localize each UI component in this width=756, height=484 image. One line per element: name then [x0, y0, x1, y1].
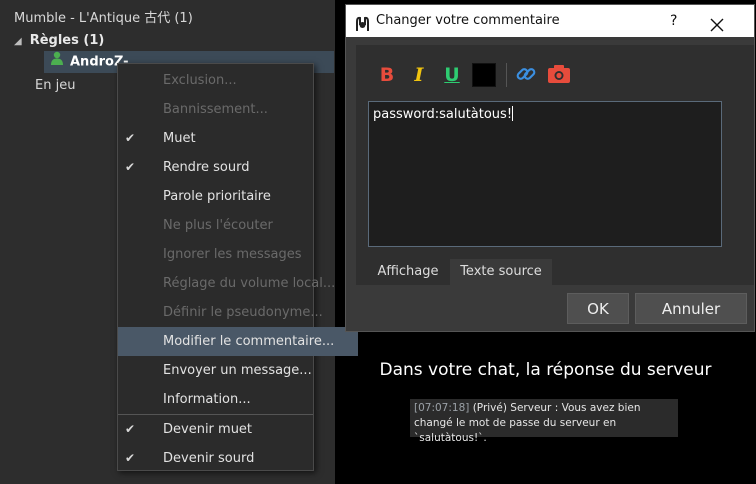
menu-item-label: Exclusion...	[163, 73, 237, 88]
mumble-app-icon	[355, 13, 370, 45]
menu-item-label: Bannissement...	[163, 102, 268, 117]
channel-item-regles[interactable]: ◢ Règles (1)	[14, 30, 104, 52]
camera-icon[interactable]	[547, 63, 571, 87]
comment-editor-panel: B I U password:salutàtous! Affichage Tex…	[356, 45, 754, 285]
text-color-button[interactable]	[472, 63, 496, 87]
menu-item-information[interactable]: Information...	[118, 385, 358, 414]
dialog-title: Changer votre commentaire	[376, 13, 560, 28]
editor-text: password:salutàtous!	[373, 107, 513, 122]
checkmark-icon: ✔	[125, 160, 136, 174]
menu-item-label: Information...	[163, 392, 251, 407]
tab-source[interactable]: Texte source	[450, 259, 552, 285]
menu-item-label: Devenir sourd	[163, 451, 255, 466]
help-button[interactable]: ?	[670, 5, 677, 37]
link-icon[interactable]	[514, 63, 538, 87]
menu-item-deafen[interactable]: ✔ Rendre sourd	[118, 153, 358, 182]
server-name: Mumble - L'Antique 古代 (1)	[14, 11, 193, 26]
menu-item-self-deafen[interactable]: ✔ Devenir sourd	[118, 444, 358, 473]
menu-item-send-message[interactable]: Envoyer un message...	[118, 356, 358, 385]
menu-item-priority-speaker[interactable]: Parole prioritaire	[118, 182, 358, 211]
chat-log-message: [07:07:18] (Privé) Serveur : Vous avez b…	[410, 399, 678, 444]
toolbar-separator	[506, 63, 507, 87]
menu-item-ignore-messages: Ignorer les messages	[118, 240, 358, 269]
tab-display[interactable]: Affichage	[366, 259, 450, 285]
menu-item-stop-listening: Ne plus l'écouter	[118, 211, 358, 240]
underline-button[interactable]: U	[440, 63, 464, 87]
caption-text: Dans votre chat, la réponse du serveur	[379, 360, 712, 380]
channel-name: En jeu	[35, 78, 76, 93]
menu-item-label: Ignorer les messages	[163, 247, 302, 262]
server-root-item[interactable]: Mumble - L'Antique 古代 (1)	[14, 8, 193, 30]
menu-item-self-mute[interactable]: ✔ Devenir muet	[118, 415, 358, 444]
menu-item-set-nickname: Définir le pseudonyme...	[118, 298, 358, 327]
bold-button[interactable]: B	[375, 63, 399, 87]
menu-item-label: Devenir muet	[163, 422, 253, 437]
menu-item-label: Définir le pseudonyme...	[163, 305, 323, 320]
menu-item-local-volume: Réglage du volume local...	[118, 269, 358, 298]
user-icon	[50, 51, 64, 73]
close-icon[interactable]	[710, 13, 724, 45]
menu-item-label: Ne plus l'écouter	[163, 218, 273, 233]
cancel-button[interactable]: Annuler	[635, 293, 747, 324]
text-caret	[512, 106, 514, 121]
channel-item-en-jeu[interactable]: En jeu	[35, 75, 75, 97]
menu-item-label: Envoyer un message...	[163, 363, 312, 378]
comment-text-editor[interactable]: password:salutàtous!	[368, 101, 722, 247]
dialog-titlebar[interactable]: Changer votre commentaire ?	[346, 5, 754, 37]
ok-button[interactable]: OK	[567, 293, 629, 324]
change-comment-dialog: Changer votre commentaire ? B I U passwo…	[345, 4, 755, 332]
menu-item-edit-comment[interactable]: Modifier le commentaire...	[118, 327, 358, 356]
italic-button[interactable]: I	[407, 63, 431, 87]
channel-name: Règles (1)	[29, 33, 105, 48]
user-context-menu: Exclusion... Bannissement... ✔ Muet ✔ Rend…	[117, 63, 358, 471]
menu-item-label: Muet	[163, 131, 196, 146]
menu-item-label: Parole prioritaire	[163, 189, 271, 204]
menu-item-label: Modifier le commentaire...	[163, 334, 335, 349]
menu-item-ban: Bannissement...	[118, 95, 358, 124]
menu-item-kick: Exclusion...	[118, 66, 358, 95]
checkmark-icon: ✔	[125, 422, 136, 436]
checkmark-icon: ✔	[125, 451, 136, 465]
chat-timestamp: [07:07:18]	[414, 402, 470, 414]
menu-item-label: Rendre sourd	[163, 160, 250, 175]
expand-arrow-icon[interactable]: ◢	[14, 36, 22, 47]
checkmark-icon: ✔	[125, 131, 136, 145]
menu-item-label: Réglage du volume local...	[163, 276, 336, 291]
menu-item-mute[interactable]: ✔ Muet	[118, 124, 358, 153]
